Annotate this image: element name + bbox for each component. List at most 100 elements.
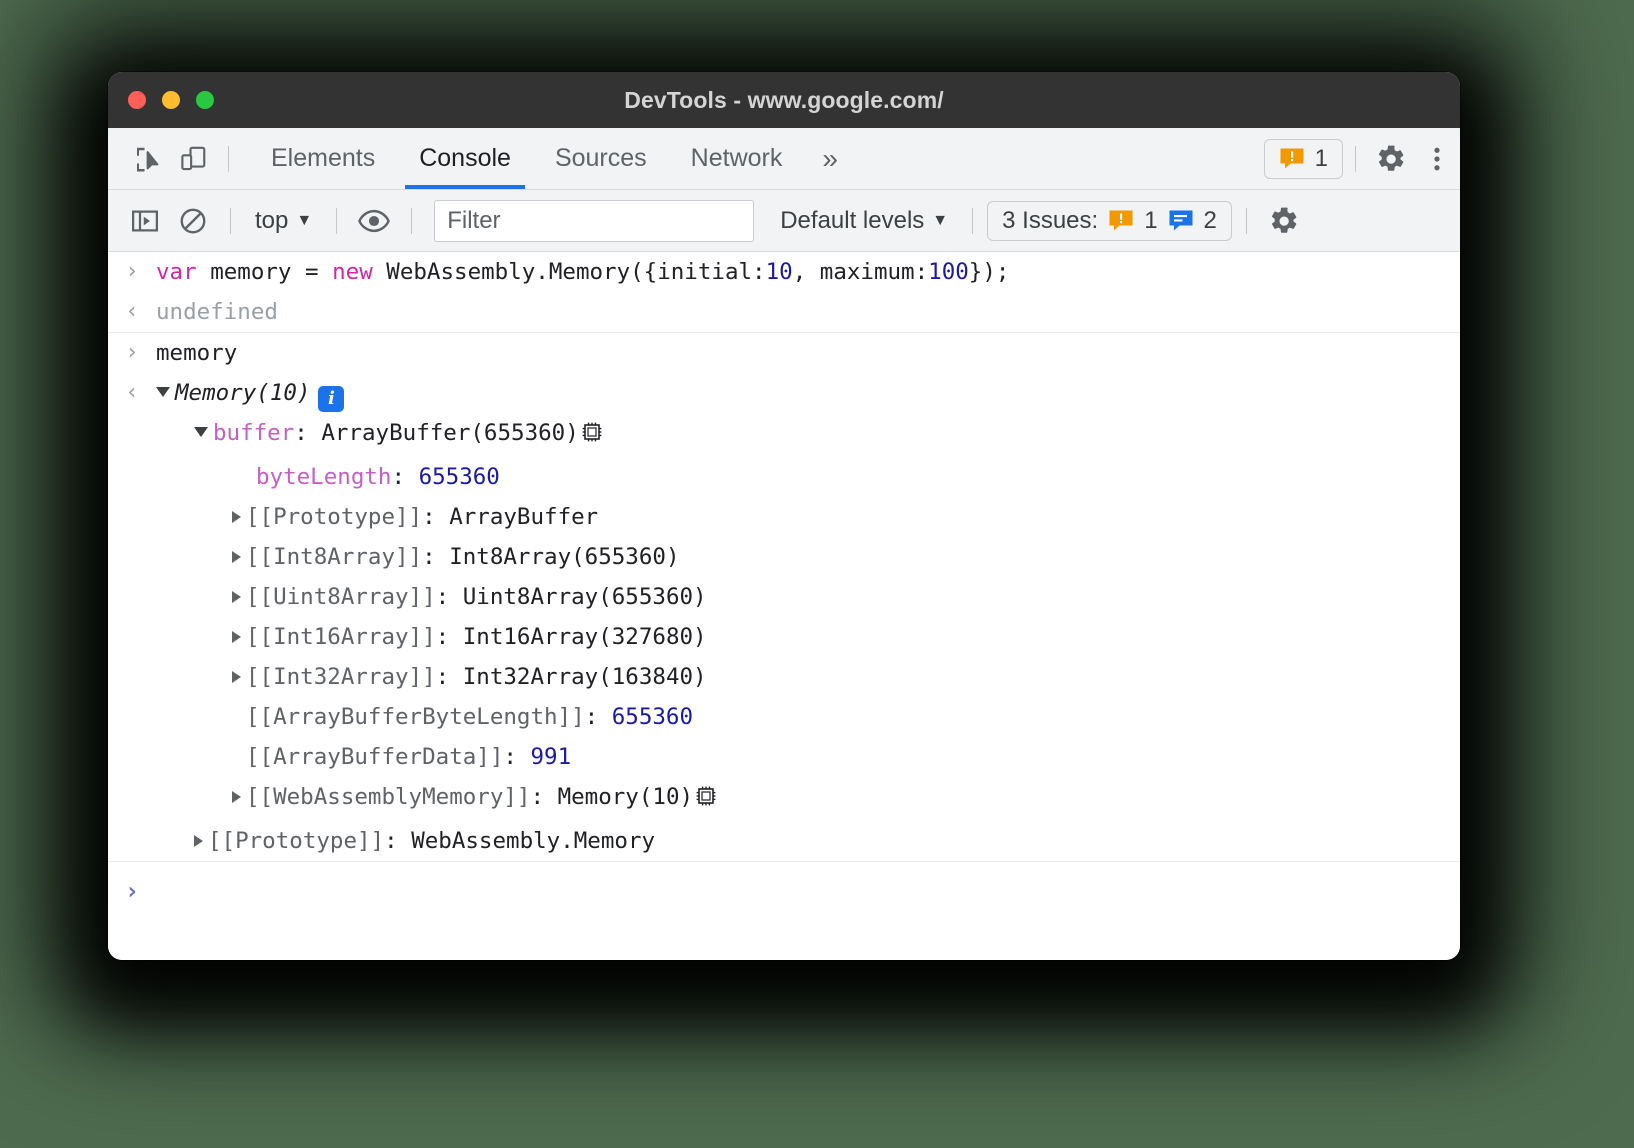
more-tabs-button[interactable]: »	[804, 143, 856, 175]
execution-context-selector[interactable]: top ▼	[245, 203, 322, 239]
object-property-row[interactable]: [[ArrayBufferData]]: 991	[108, 737, 1460, 777]
tab-elements[interactable]: Elements	[249, 128, 397, 189]
devtools-main-menu-button[interactable]	[1414, 136, 1460, 182]
minimize-window-button[interactable]	[162, 91, 180, 109]
log-levels-selector[interactable]: Default levels ▼	[770, 203, 958, 239]
tab-console[interactable]: Console	[397, 128, 533, 189]
tabstrip-divider	[228, 146, 229, 172]
token-constructor: WebAssembly.Memory({initial:	[386, 259, 765, 285]
close-window-button[interactable]	[128, 91, 146, 109]
inspect-element-button[interactable]	[124, 136, 170, 182]
disclosure-triangle-closed-icon[interactable]	[232, 591, 241, 603]
disclosure-triangle-open-icon[interactable]	[194, 427, 208, 437]
memory-chip-icon	[580, 418, 604, 456]
tab-network[interactable]: Network	[669, 128, 805, 189]
console-input-row[interactable]: › var memory = new WebAssembly.Memory({i…	[108, 252, 1460, 292]
console-input-row-memory[interactable]: › memory	[108, 333, 1460, 373]
console-input-glyph: ›	[108, 253, 156, 291]
console-toolbar-divider-4	[972, 208, 973, 234]
disclosure-triangle-closed-icon[interactable]	[194, 835, 203, 847]
object-property-row[interactable]: [[Int16Array]]: Int16Array(327680)	[108, 617, 1460, 657]
object-header[interactable]: Memory(10)i	[156, 374, 1460, 412]
object-property-row[interactable]: [[Prototype]]: ArrayBuffer	[108, 497, 1460, 537]
console-filter-input[interactable]	[434, 200, 754, 242]
disclosure-triangle-open-icon[interactable]	[156, 387, 170, 397]
tab-sources-label: Sources	[555, 144, 647, 173]
console-output-row-undefined: ‹ undefined	[108, 292, 1460, 333]
devtools-settings-button[interactable]	[1368, 136, 1414, 182]
disclosure-triangle-closed-icon[interactable]	[232, 631, 241, 643]
property-key: [[Int8Array]]	[246, 544, 422, 570]
object-property-row[interactable]: [[WebAssemblyMemory]]: Memory(10)	[108, 777, 1460, 821]
property-key: [[Int32Array]]	[246, 664, 436, 690]
object-property-row[interactable]: [[Int8Array]]: Int8Array(655360)	[108, 537, 1460, 577]
object-property-row[interactable]: [[ArrayBufferByteLength]]: 655360	[108, 697, 1460, 737]
console-prompt-glyph: ›	[108, 872, 156, 910]
tabstrip-issues-badge[interactable]: 1	[1264, 139, 1343, 179]
property-buffer[interactable]: buffer: ArrayBuffer(655360)	[156, 414, 1460, 456]
console-sidebar-toggle-button[interactable]	[122, 198, 168, 244]
property-value: Memory(10)	[558, 784, 693, 810]
clear-console-icon	[178, 206, 208, 236]
console-output-row-object[interactable]: ‹ Memory(10)i	[108, 373, 1460, 413]
property-key: [[WebAssemblyMemory]]	[246, 784, 530, 810]
gear-icon	[1268, 205, 1300, 237]
console-issues-summary[interactable]: 3 Issues: 1 2	[987, 201, 1232, 241]
property-int8array[interactable]: [[Int8Array]]: Int8Array(655360)	[156, 538, 1460, 576]
object-property-row[interactable]: [[Prototype]]: WebAssembly.Memory	[108, 821, 1460, 862]
disclosure-triangle-closed-icon[interactable]	[232, 791, 241, 803]
console-output-undefined: undefined	[156, 293, 1460, 331]
property-key: buffer	[213, 420, 294, 446]
create-live-expression-button[interactable]	[351, 198, 397, 244]
property-uint8array[interactable]: [[Uint8Array]]: Uint8Array(655360)	[156, 578, 1460, 616]
property-separator: :	[294, 420, 321, 446]
disclosure-triangle-closed-icon[interactable]	[232, 511, 241, 523]
memory-chip-icon	[694, 782, 718, 820]
property-separator: :	[585, 704, 612, 730]
window-traffic-lights	[128, 91, 214, 109]
console-input-glyph: ›	[108, 334, 156, 372]
warning-issue-icon	[1108, 208, 1134, 234]
devtools-tabstrip: Elements Console Sources Network »	[108, 128, 1460, 190]
console-toolbar-divider-5	[1246, 208, 1247, 234]
info-badge-icon[interactable]: i	[318, 386, 344, 412]
object-property-row[interactable]: byteLength: 655360	[108, 457, 1460, 497]
console-toolbar-divider-1	[230, 208, 231, 234]
property-key: [[Uint8Array]]	[246, 584, 436, 610]
object-property-row[interactable]: [[Uint8Array]]: Uint8Array(655360)	[108, 577, 1460, 617]
tabstrip-issues-warning-count: 1	[1315, 145, 1328, 173]
toggle-device-toolbar-button[interactable]	[170, 136, 216, 182]
property-value: Int16Array(327680)	[463, 624, 707, 650]
console-toolbar-divider-3	[411, 208, 412, 234]
property-separator: :	[391, 464, 418, 490]
object-property-row[interactable]: [[Int32Array]]: Int32Array(163840)	[108, 657, 1460, 697]
console-toolbar: top ▼ Default levels ▼ 3	[108, 190, 1460, 252]
token-keyword-var: var	[156, 259, 210, 285]
property-arraybuffer-prototype[interactable]: [[Prototype]]: ArrayBuffer	[156, 498, 1460, 536]
property-separator: :	[503, 744, 530, 770]
gear-icon	[1375, 143, 1407, 175]
maximize-window-button[interactable]	[196, 91, 214, 109]
desktop-background: DevTools - www.google.com/	[0, 0, 1634, 1148]
window-titlebar: DevTools - www.google.com/	[108, 72, 1460, 128]
console-settings-button[interactable]	[1261, 198, 1307, 244]
panel-tabs: Elements Console Sources Network	[249, 128, 804, 189]
tab-sources[interactable]: Sources	[533, 128, 669, 189]
console-prompt-row[interactable]: ›	[108, 862, 1460, 910]
disclosure-triangle-closed-icon[interactable]	[232, 671, 241, 683]
chevron-down-icon: ▼	[296, 213, 312, 229]
property-value: ArrayBuffer(655360)	[321, 420, 578, 446]
tab-console-label: Console	[419, 144, 511, 173]
disclosure-triangle-closed-icon[interactable]	[232, 551, 241, 563]
property-int32array[interactable]: [[Int32Array]]: Int32Array(163840)	[156, 658, 1460, 696]
token-initial-value: 10	[766, 259, 793, 285]
property-webassemblymemory[interactable]: [[WebAssemblyMemory]]: Memory(10)	[156, 778, 1460, 820]
tab-elements-label: Elements	[271, 144, 375, 173]
console-message-list[interactable]: › var memory = new WebAssembly.Memory({i…	[108, 252, 1460, 960]
property-int16array[interactable]: [[Int16Array]]: Int16Array(327680)	[156, 618, 1460, 656]
clear-console-button[interactable]	[170, 198, 216, 244]
property-memory-prototype[interactable]: [[Prototype]]: WebAssembly.Memory	[156, 822, 1460, 860]
warning-issue-icon	[1279, 146, 1305, 172]
property-value: 655360	[612, 704, 693, 730]
object-property-row[interactable]: buffer: ArrayBuffer(655360)	[108, 413, 1460, 457]
